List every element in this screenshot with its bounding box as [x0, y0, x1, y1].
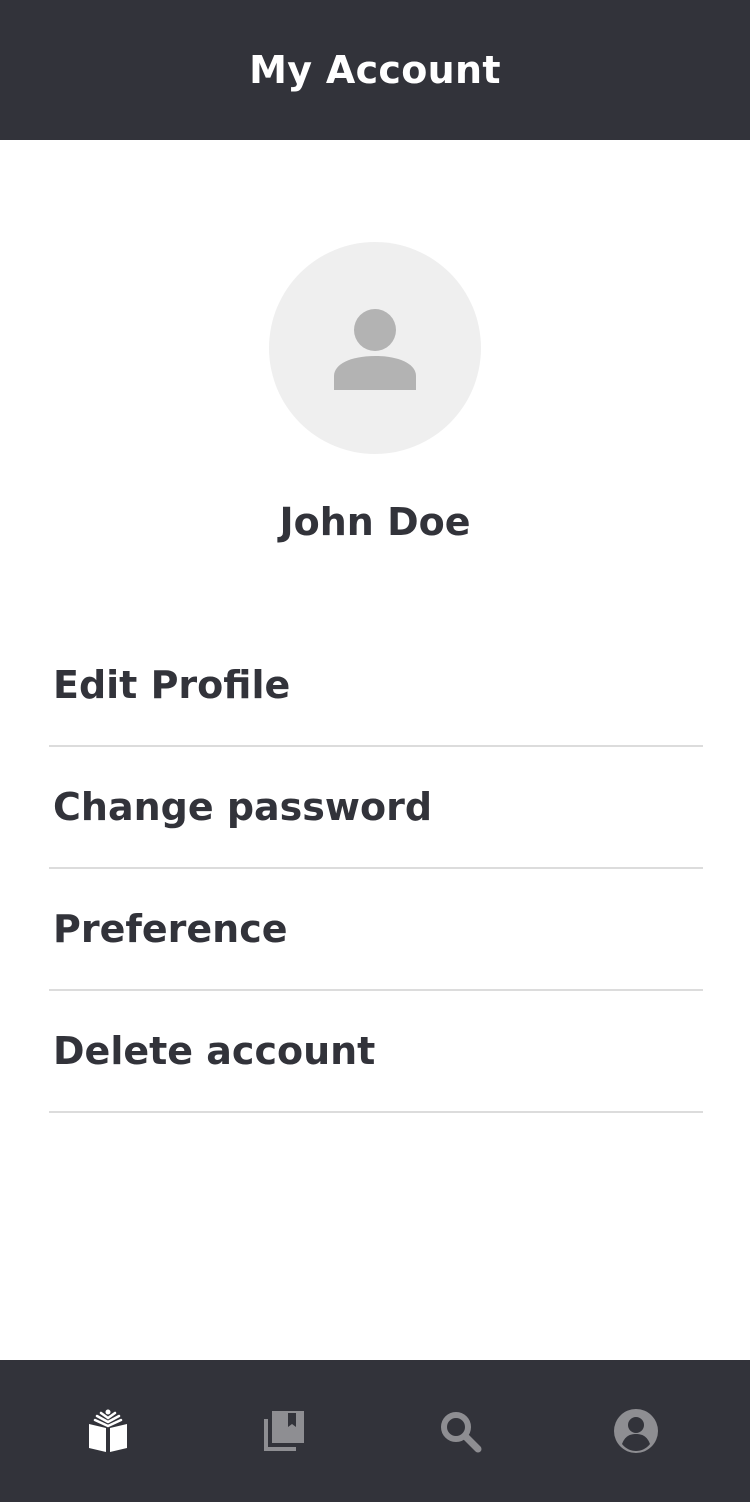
bottom-navigation — [0, 1360, 750, 1502]
menu-item-label: Preference — [53, 907, 288, 951]
preference-item[interactable]: Preference — [49, 869, 703, 991]
open-book-icon — [89, 1409, 127, 1452]
avatar[interactable] — [269, 242, 481, 454]
change-password-item[interactable]: Change password — [49, 747, 703, 869]
page-title: My Account — [249, 48, 501, 92]
library-bookmark-icon — [264, 1411, 304, 1451]
top-app-bar: My Account — [0, 0, 750, 140]
menu-item-label: Change password — [53, 785, 433, 829]
account-screen: My Account John Doe Edit Profile Change … — [0, 0, 750, 1502]
delete-account-item[interactable]: Delete account — [49, 991, 703, 1113]
edit-profile-item[interactable]: Edit Profile — [49, 625, 703, 747]
search-icon — [441, 1412, 482, 1453]
profile-name: John Doe — [279, 500, 471, 544]
user-placeholder-icon — [334, 309, 416, 390]
menu-item-label: Delete account — [53, 1029, 376, 1073]
nav-tab-read[interactable] — [20, 1360, 196, 1502]
nav-tab-search[interactable] — [372, 1360, 548, 1502]
menu-item-label: Edit Profile — [53, 663, 291, 707]
account-menu: Edit Profile Change password Preference … — [49, 625, 703, 1113]
nav-tab-library[interactable] — [196, 1360, 372, 1502]
account-icon — [614, 1409, 658, 1453]
nav-tab-account[interactable] — [548, 1360, 724, 1502]
